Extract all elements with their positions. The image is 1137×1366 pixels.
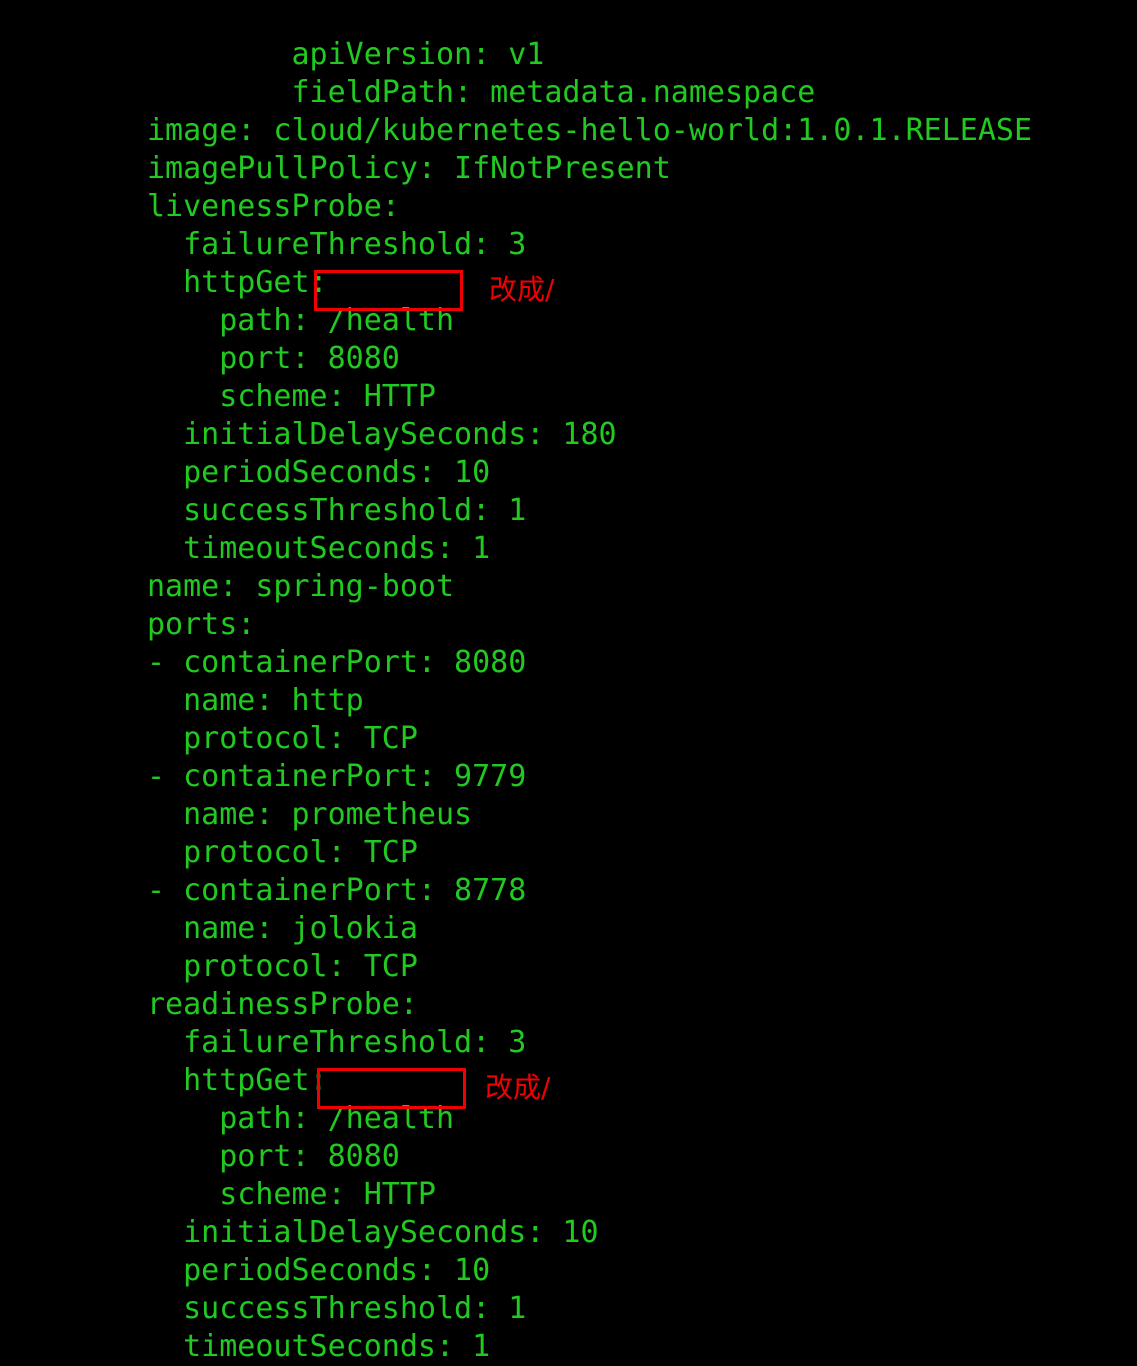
code-line: - containerPort: 8778 bbox=[147, 873, 527, 908]
code-line: initialDelaySeconds: 180 bbox=[147, 417, 617, 452]
code-line: protocol: TCP bbox=[147, 835, 418, 870]
yaml-code-block[interactable]: apiVersion: v1 fieldPath: metadata.names… bbox=[147, 36, 1032, 1366]
code-line: protocol: TCP bbox=[147, 721, 418, 756]
code-line: name: prometheus bbox=[147, 797, 473, 832]
code-line: failureThreshold: 3 bbox=[147, 227, 527, 262]
code-line: fieldPath: metadata.namespace bbox=[147, 75, 816, 110]
code-line: periodSeconds: 10 bbox=[147, 455, 491, 490]
code-line: scheme: HTTP bbox=[147, 1177, 436, 1212]
code-line: port: 8080 bbox=[147, 1139, 400, 1174]
code-line: image: cloud/kubernetes-hello-world:1.0.… bbox=[147, 113, 1033, 148]
code-line: httpGet: bbox=[147, 265, 328, 300]
code-line: readinessProbe: bbox=[147, 987, 418, 1022]
code-line: name: http bbox=[147, 683, 364, 718]
code-line: port: 8080 bbox=[147, 341, 400, 376]
code-line: failureThreshold: 3 bbox=[147, 1025, 527, 1060]
code-line: ports: bbox=[147, 607, 256, 642]
code-line: protocol: TCP bbox=[147, 949, 418, 984]
terminal-window: apiVersion: v1 fieldPath: metadata.names… bbox=[0, 0, 1137, 1364]
code-line: periodSeconds: 10 bbox=[147, 1253, 491, 1288]
code-line: httpGet: bbox=[147, 1063, 328, 1098]
code-line: - containerPort: 8080 bbox=[147, 645, 527, 680]
code-line: timeoutSeconds: 1 bbox=[147, 1329, 491, 1364]
code-line: path: /health bbox=[147, 303, 455, 338]
liveness-path-annotation-text: 改成/ bbox=[489, 273, 555, 306]
code-line: name: spring-boot bbox=[147, 569, 455, 604]
code-line: initialDelaySeconds: 10 bbox=[147, 1215, 599, 1250]
code-line: - containerPort: 9779 bbox=[147, 759, 527, 794]
readiness-path-annotation-text: 改成/ bbox=[485, 1071, 551, 1104]
code-line: apiVersion: v1 bbox=[147, 37, 545, 72]
code-line: successThreshold: 1 bbox=[147, 493, 527, 528]
code-line: livenessProbe: bbox=[147, 189, 400, 224]
code-line: scheme: HTTP bbox=[147, 379, 436, 414]
code-line: path: /health bbox=[147, 1101, 455, 1136]
code-line: imagePullPolicy: IfNotPresent bbox=[147, 151, 671, 186]
code-line: successThreshold: 1 bbox=[147, 1291, 527, 1326]
code-line: timeoutSeconds: 1 bbox=[147, 531, 491, 566]
code-line: name: jolokia bbox=[147, 911, 418, 946]
